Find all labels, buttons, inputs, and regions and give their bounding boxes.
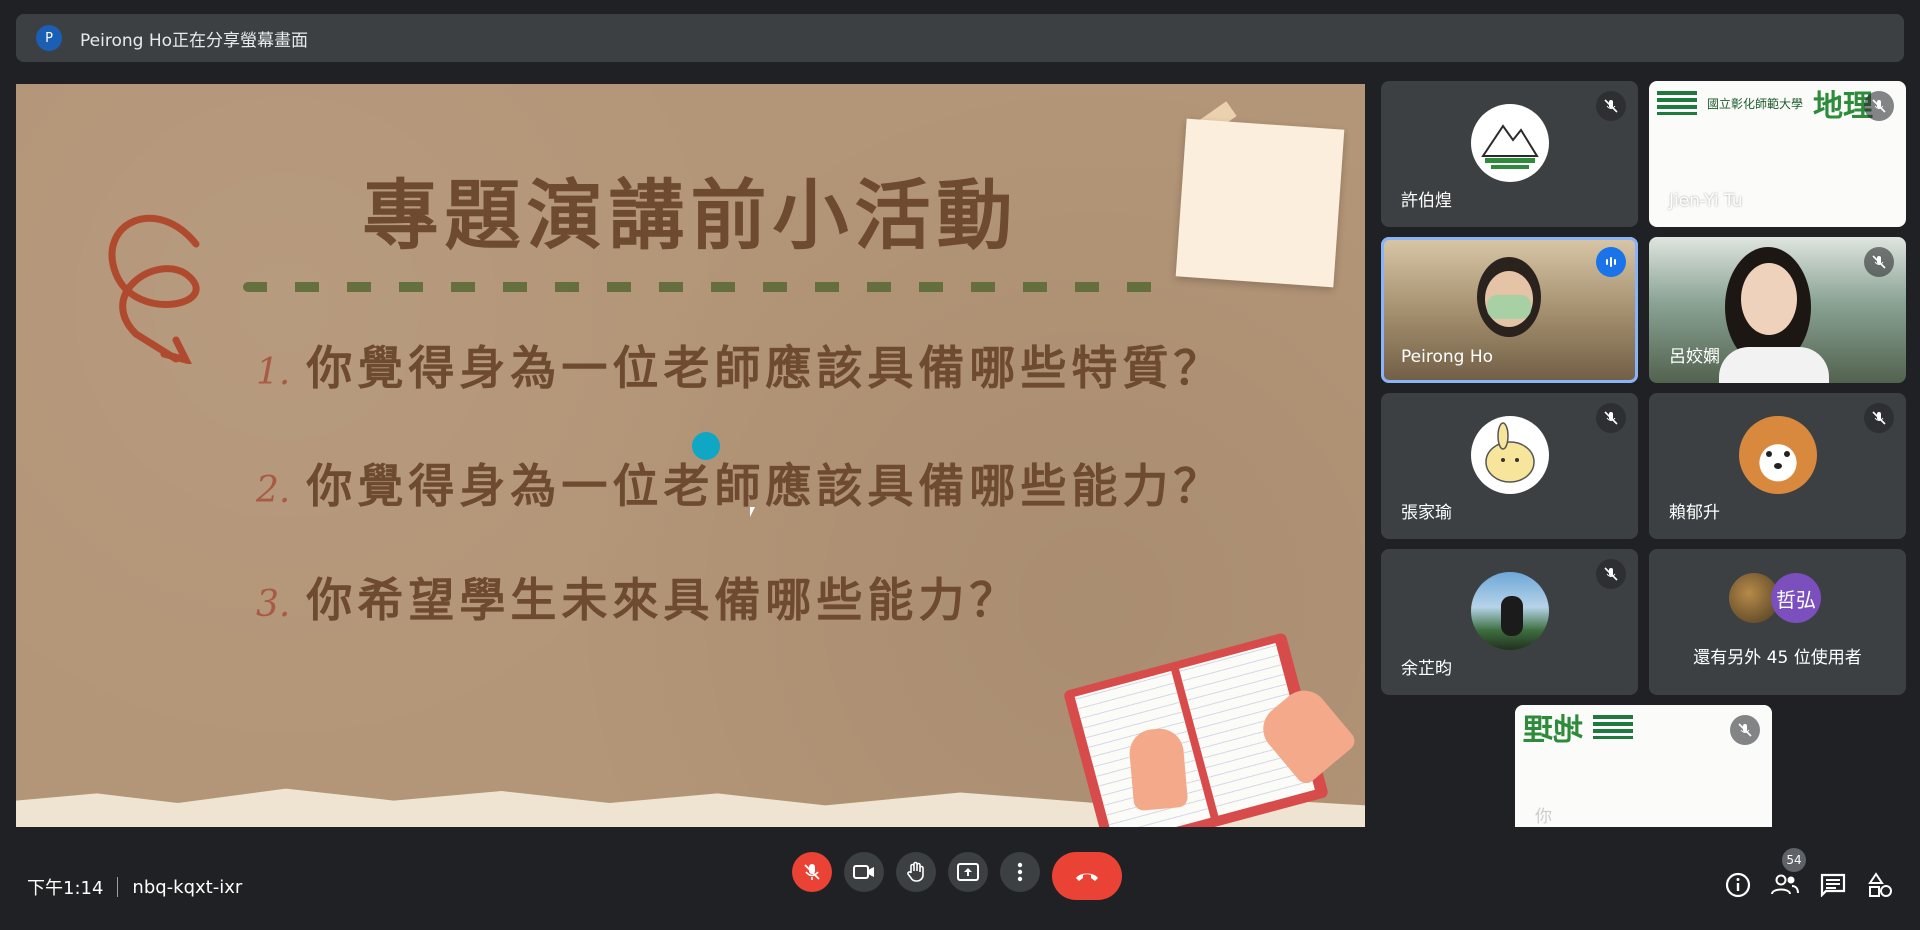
- mic-toggle-button[interactable]: [792, 852, 832, 892]
- question-number: 3.: [256, 584, 291, 625]
- mic-off-icon: [1596, 559, 1626, 589]
- shared-logo: 國立彰化師範大學 地理: [1657, 87, 1897, 124]
- mic-off-icon: [1596, 91, 1626, 121]
- avatar: 哲弘: [1771, 573, 1821, 623]
- participant-tile[interactable]: 國立彰化師範大學 地理 Jien-Yi Tu: [1649, 81, 1906, 227]
- question-1: 1. 你覺得身為一位老師應該具備哪些特質？: [256, 332, 1224, 398]
- participant-tile[interactable]: 呂姣嫻: [1649, 237, 1906, 383]
- more-avatars: 哲弘: [1729, 573, 1821, 623]
- participant-tile[interactable]: 余芷昀: [1381, 549, 1638, 695]
- presenter-banner-text: Peirong Ho正在分享螢幕畫面: [80, 30, 308, 51]
- control-bar: 下午1:14 nbq-kqxt-ixr 54: [0, 840, 1920, 930]
- more-options-icon: [1017, 862, 1023, 882]
- participant-tile[interactable]: 張家瑜: [1381, 393, 1638, 539]
- present-icon: [957, 863, 979, 881]
- question-text: 你覺得身為一位老師應該具備哪些能力？: [306, 459, 1225, 513]
- question-number: 1.: [256, 352, 291, 393]
- participants-button[interactable]: [1768, 868, 1802, 902]
- meeting-details-button[interactable]: [1721, 868, 1755, 902]
- activities-button[interactable]: [1863, 868, 1897, 902]
- chat-icon: [1820, 873, 1846, 897]
- info-icon: [1725, 872, 1751, 898]
- mic-off-icon: [804, 864, 820, 880]
- raise-hand-button[interactable]: [896, 852, 936, 892]
- avatar: [1470, 416, 1549, 494]
- participant-name: Peirong Ho: [1401, 347, 1493, 367]
- mask: [1487, 295, 1531, 319]
- shared-screen[interactable]: 專題演講前小活動 1. 你覺得身為一位老師應該具備哪些特質？ 2. 你覺得身為一…: [16, 84, 1365, 827]
- present-button[interactable]: [948, 852, 988, 892]
- more-participants-label: 還有另外 45 位使用者: [1693, 648, 1862, 668]
- participant-name: 賴郁升: [1669, 503, 1720, 523]
- meeting-info: 下午1:14 nbq-kqxt-ixr: [27, 874, 242, 900]
- hangup-button[interactable]: [1052, 852, 1122, 900]
- shiba-dog-avatar-icon: [1765, 451, 1790, 469]
- mouse-pointer-icon: [750, 507, 755, 517]
- mic-off-icon: [1730, 715, 1760, 745]
- mic-off-icon: [1864, 91, 1894, 121]
- participant-name: Jien-Yi Tu: [1669, 191, 1743, 211]
- mountain-logo-icon: [1480, 124, 1539, 169]
- shared-logo-mirrored: 地理: [1523, 711, 1763, 748]
- avatar: [1470, 104, 1549, 182]
- question-number: 2.: [256, 470, 291, 511]
- self-tile[interactable]: 地理 你: [1515, 705, 1772, 827]
- school-name: 國立彰化師範大學: [1707, 96, 1804, 111]
- participant-count-badge: 54: [1782, 848, 1806, 872]
- clock: 下午1:14: [27, 878, 104, 899]
- avatar: [1738, 416, 1817, 494]
- question-2: 2. 你覺得身為一位老師應該具備哪些能力？: [256, 450, 1224, 516]
- hangup-icon: [1076, 873, 1098, 881]
- more-participants-tile[interactable]: 哲弘 還有另外 45 位使用者: [1649, 549, 1906, 695]
- participant-tile[interactable]: 賴郁升: [1649, 393, 1906, 539]
- camera-icon: [853, 865, 874, 879]
- raise-hand-icon: [907, 861, 924, 882]
- participant-name: 許伯煌: [1401, 191, 1452, 211]
- cartoon-avatar-icon: [1484, 422, 1535, 483]
- chat-button[interactable]: [1816, 868, 1850, 902]
- participant-tile[interactable]: 許伯煌: [1381, 81, 1638, 227]
- participant-name: 你: [1535, 807, 1552, 827]
- participant-tile-active[interactable]: Peirong Ho: [1381, 237, 1638, 383]
- mic-off-icon: [1596, 403, 1626, 433]
- activities-icon: [1868, 872, 1892, 897]
- question-text: 你覺得身為一位老師應該具備哪些特質？: [306, 341, 1225, 395]
- meeting-code: nbq-kqxt-ixr: [132, 876, 243, 898]
- participant-name: 余芷昀: [1401, 659, 1452, 679]
- participant-name: 張家瑜: [1401, 503, 1452, 523]
- laser-pointer: [692, 432, 720, 460]
- dashed-divider: [243, 282, 1173, 292]
- presenter-avatar: P: [36, 25, 62, 51]
- camera-toggle-button[interactable]: [844, 852, 884, 892]
- people-icon: [1771, 874, 1799, 895]
- avatar: [1470, 572, 1549, 650]
- slide-title: 專題演講前小活動: [362, 171, 1019, 260]
- participant-name: 呂姣嫻: [1669, 347, 1720, 367]
- mic-off-icon: [1864, 247, 1894, 277]
- question-text: 你希望學生未來具備哪些能力？: [306, 573, 1021, 627]
- speaking-icon: [1596, 247, 1626, 277]
- hand-illustration: [1127, 726, 1189, 812]
- divider: [117, 877, 119, 897]
- more-options-button[interactable]: [1000, 852, 1040, 892]
- presentation-banner: P Peirong Ho正在分享螢幕畫面: [16, 14, 1904, 62]
- question-3: 3. 你希望學生未來具備哪些能力？: [256, 564, 1020, 630]
- mic-off-icon: [1864, 403, 1894, 433]
